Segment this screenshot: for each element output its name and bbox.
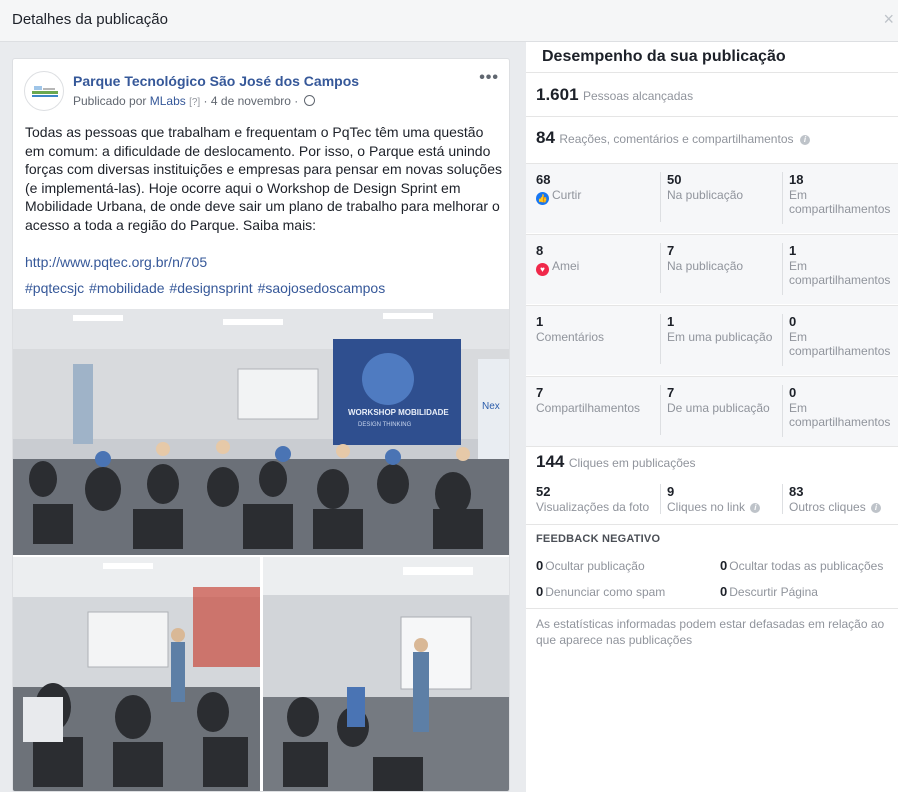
link-clicks-label: Cliques no link bbox=[667, 500, 746, 514]
loves-total: 8 bbox=[536, 243, 544, 258]
loves-on-shares: 1 bbox=[789, 243, 797, 258]
post-card: Parque Tecnológico São José dos Campos P… bbox=[12, 58, 510, 792]
publisher-link[interactable]: MLabs bbox=[150, 94, 186, 108]
photo-views-value: 52 bbox=[536, 484, 551, 499]
performance-panel: Desempenho da sua publicação 1.601 Pesso… bbox=[526, 42, 898, 792]
likes-label: Curtir bbox=[552, 188, 582, 202]
post-photo-bottom-right[interactable] bbox=[263, 557, 509, 791]
post-text: Todas as pessoas que trabalham e frequen… bbox=[25, 124, 502, 233]
report-spam-value: 0 bbox=[536, 584, 544, 599]
other-clicks-value: 83 bbox=[789, 484, 804, 499]
shares-on-shares-label: Em compartilhamentos bbox=[789, 401, 891, 429]
loves-on-post: 7 bbox=[667, 243, 675, 258]
screen-title: WORKSHOP MOBILIDADE bbox=[348, 408, 449, 417]
banner-text: Nex bbox=[482, 401, 500, 412]
page-name-link[interactable]: Parque Tecnológico São José dos Campos bbox=[73, 73, 359, 89]
hide-all-value: 0 bbox=[720, 558, 728, 573]
likes-on-post-label: Na publicação bbox=[667, 188, 744, 202]
likes-on-shares-label: Em compartilhamentos bbox=[789, 188, 891, 216]
screen-subtitle: DESIGN THINKING bbox=[358, 422, 412, 428]
comments-on-shares-label: Em compartilhamentos bbox=[789, 330, 891, 358]
divider bbox=[526, 524, 898, 525]
divider bbox=[526, 116, 898, 117]
comments-total: 1 bbox=[536, 314, 544, 329]
engagement-stat: 84 Reações, comentários e compartilhamen… bbox=[536, 128, 810, 148]
post-photo-main[interactable]: WORKSHOP MOBILIDADE DESIGN THINKING Nex bbox=[13, 309, 509, 555]
hide-post-stat: 0 Ocultar publicação bbox=[536, 558, 645, 573]
loves-on-post-label: Na publicação bbox=[667, 259, 744, 273]
like-icon: 👍 bbox=[536, 192, 549, 205]
divider bbox=[526, 446, 898, 447]
shares-row: 7 Compartilhamentos 7 De uma publicação 0E… bbox=[526, 376, 898, 446]
clicks-breakdown: 52 Visualizações da foto 9 Cliques no link… bbox=[526, 482, 898, 522]
comments-label: Comentários bbox=[536, 330, 605, 344]
shares-label: Compartilhamentos bbox=[536, 401, 641, 415]
loves-label: Amei bbox=[552, 259, 580, 273]
photo-views-label: Visualizações da foto bbox=[536, 500, 650, 514]
comments-on-post-label: Em uma publicação bbox=[667, 330, 773, 344]
hide-all-stat: 0 Ocultar todas as publicações bbox=[720, 558, 883, 573]
globe-icon bbox=[303, 95, 315, 106]
likes-total: 68 bbox=[536, 172, 551, 187]
likes-row: 68 👍 Curtir 50 Na publicação 18 Em compartil… bbox=[526, 163, 898, 233]
hide-post-value: 0 bbox=[536, 558, 544, 573]
other-clicks-label: Outros cliques bbox=[789, 500, 866, 514]
performance-title: Desempenho da sua publicação bbox=[542, 48, 786, 65]
post-date: · 4 de novembro · bbox=[200, 94, 302, 108]
page-avatar[interactable] bbox=[24, 71, 64, 111]
likes-on-shares: 18 bbox=[789, 172, 804, 187]
report-spam-stat: 0 Denunciar como spam bbox=[536, 584, 665, 599]
divider bbox=[526, 608, 898, 609]
hide-post-label: Ocultar publicação bbox=[545, 559, 645, 573]
clicks-label: Cliques em publicações bbox=[568, 456, 696, 470]
comments-on-shares: 0 bbox=[789, 314, 797, 329]
link-clicks-value: 9 bbox=[667, 484, 675, 499]
loves-row: 8 ♥ Amei 7 Na publicação 1 Em compartilhamen… bbox=[526, 234, 898, 304]
likes-on-post: 50 bbox=[667, 172, 682, 187]
info-icon[interactable]: i bbox=[799, 135, 810, 145]
loves-on-shares-label: Em compartilhamentos bbox=[789, 259, 891, 287]
divider bbox=[526, 72, 898, 73]
unlike-page-label: Descurtir Página bbox=[729, 585, 818, 599]
post-hashtags[interactable]: #pqtecsjc #mobilidade #designsprint #sao… bbox=[25, 280, 385, 296]
comments-on-post: 1 bbox=[667, 314, 675, 329]
reach-stat: 1.601 Pessoas alcançadas bbox=[536, 85, 693, 105]
unlike-page-stat: 0 Descurtir Página bbox=[720, 584, 818, 599]
post-link[interactable]: http://www.pqtec.org.br/n/705 bbox=[25, 254, 207, 270]
love-icon: ♥ bbox=[536, 263, 549, 276]
modal-title: Detalhes da publicação bbox=[12, 11, 168, 28]
more-options-icon[interactable]: ••• bbox=[479, 69, 499, 87]
engagement-label: Reações, comentários e compartilhamentos bbox=[559, 132, 794, 146]
reach-label: Pessoas alcançadas bbox=[583, 89, 694, 103]
engagement-value: 84 bbox=[536, 128, 555, 147]
clicks-value: 144 bbox=[536, 452, 565, 471]
pqtec-logo-icon bbox=[32, 86, 58, 97]
shares-on-shares: 0 bbox=[789, 385, 797, 400]
publisher-help[interactable]: [?] bbox=[189, 97, 200, 108]
report-spam-label: Denunciar como spam bbox=[545, 585, 666, 599]
clicks-stat: 144 Cliques em publicações bbox=[536, 452, 696, 472]
comments-row: 1 Comentários 1 Em uma publicação 0 Em comp… bbox=[526, 305, 898, 375]
post-photo-bottom-left[interactable] bbox=[13, 557, 260, 791]
negative-feedback-title: FEEDBACK NEGATIVO bbox=[536, 533, 661, 545]
post-preview-pane: Parque Tecnológico São José dos Campos P… bbox=[0, 42, 526, 792]
published-by-label: Publicado por bbox=[73, 94, 150, 108]
unlike-page-value: 0 bbox=[720, 584, 728, 599]
hide-all-label: Ocultar todas as publicações bbox=[729, 559, 884, 573]
modal-header: Detalhes da publicação × bbox=[0, 0, 898, 42]
close-icon[interactable]: × bbox=[883, 9, 894, 30]
info-icon[interactable]: i bbox=[750, 503, 761, 513]
shares-total: 7 bbox=[536, 385, 544, 400]
shares-from-post: 7 bbox=[667, 385, 675, 400]
info-icon[interactable]: i bbox=[871, 503, 882, 513]
reach-value: 1.601 bbox=[536, 85, 579, 104]
stats-footnote: As estatísticas informadas podem estar d… bbox=[536, 617, 885, 647]
shares-from-post-label: De uma publicação bbox=[667, 401, 770, 415]
post-meta: Publicado por MLabs [?] · 4 de novembro … bbox=[73, 94, 315, 108]
